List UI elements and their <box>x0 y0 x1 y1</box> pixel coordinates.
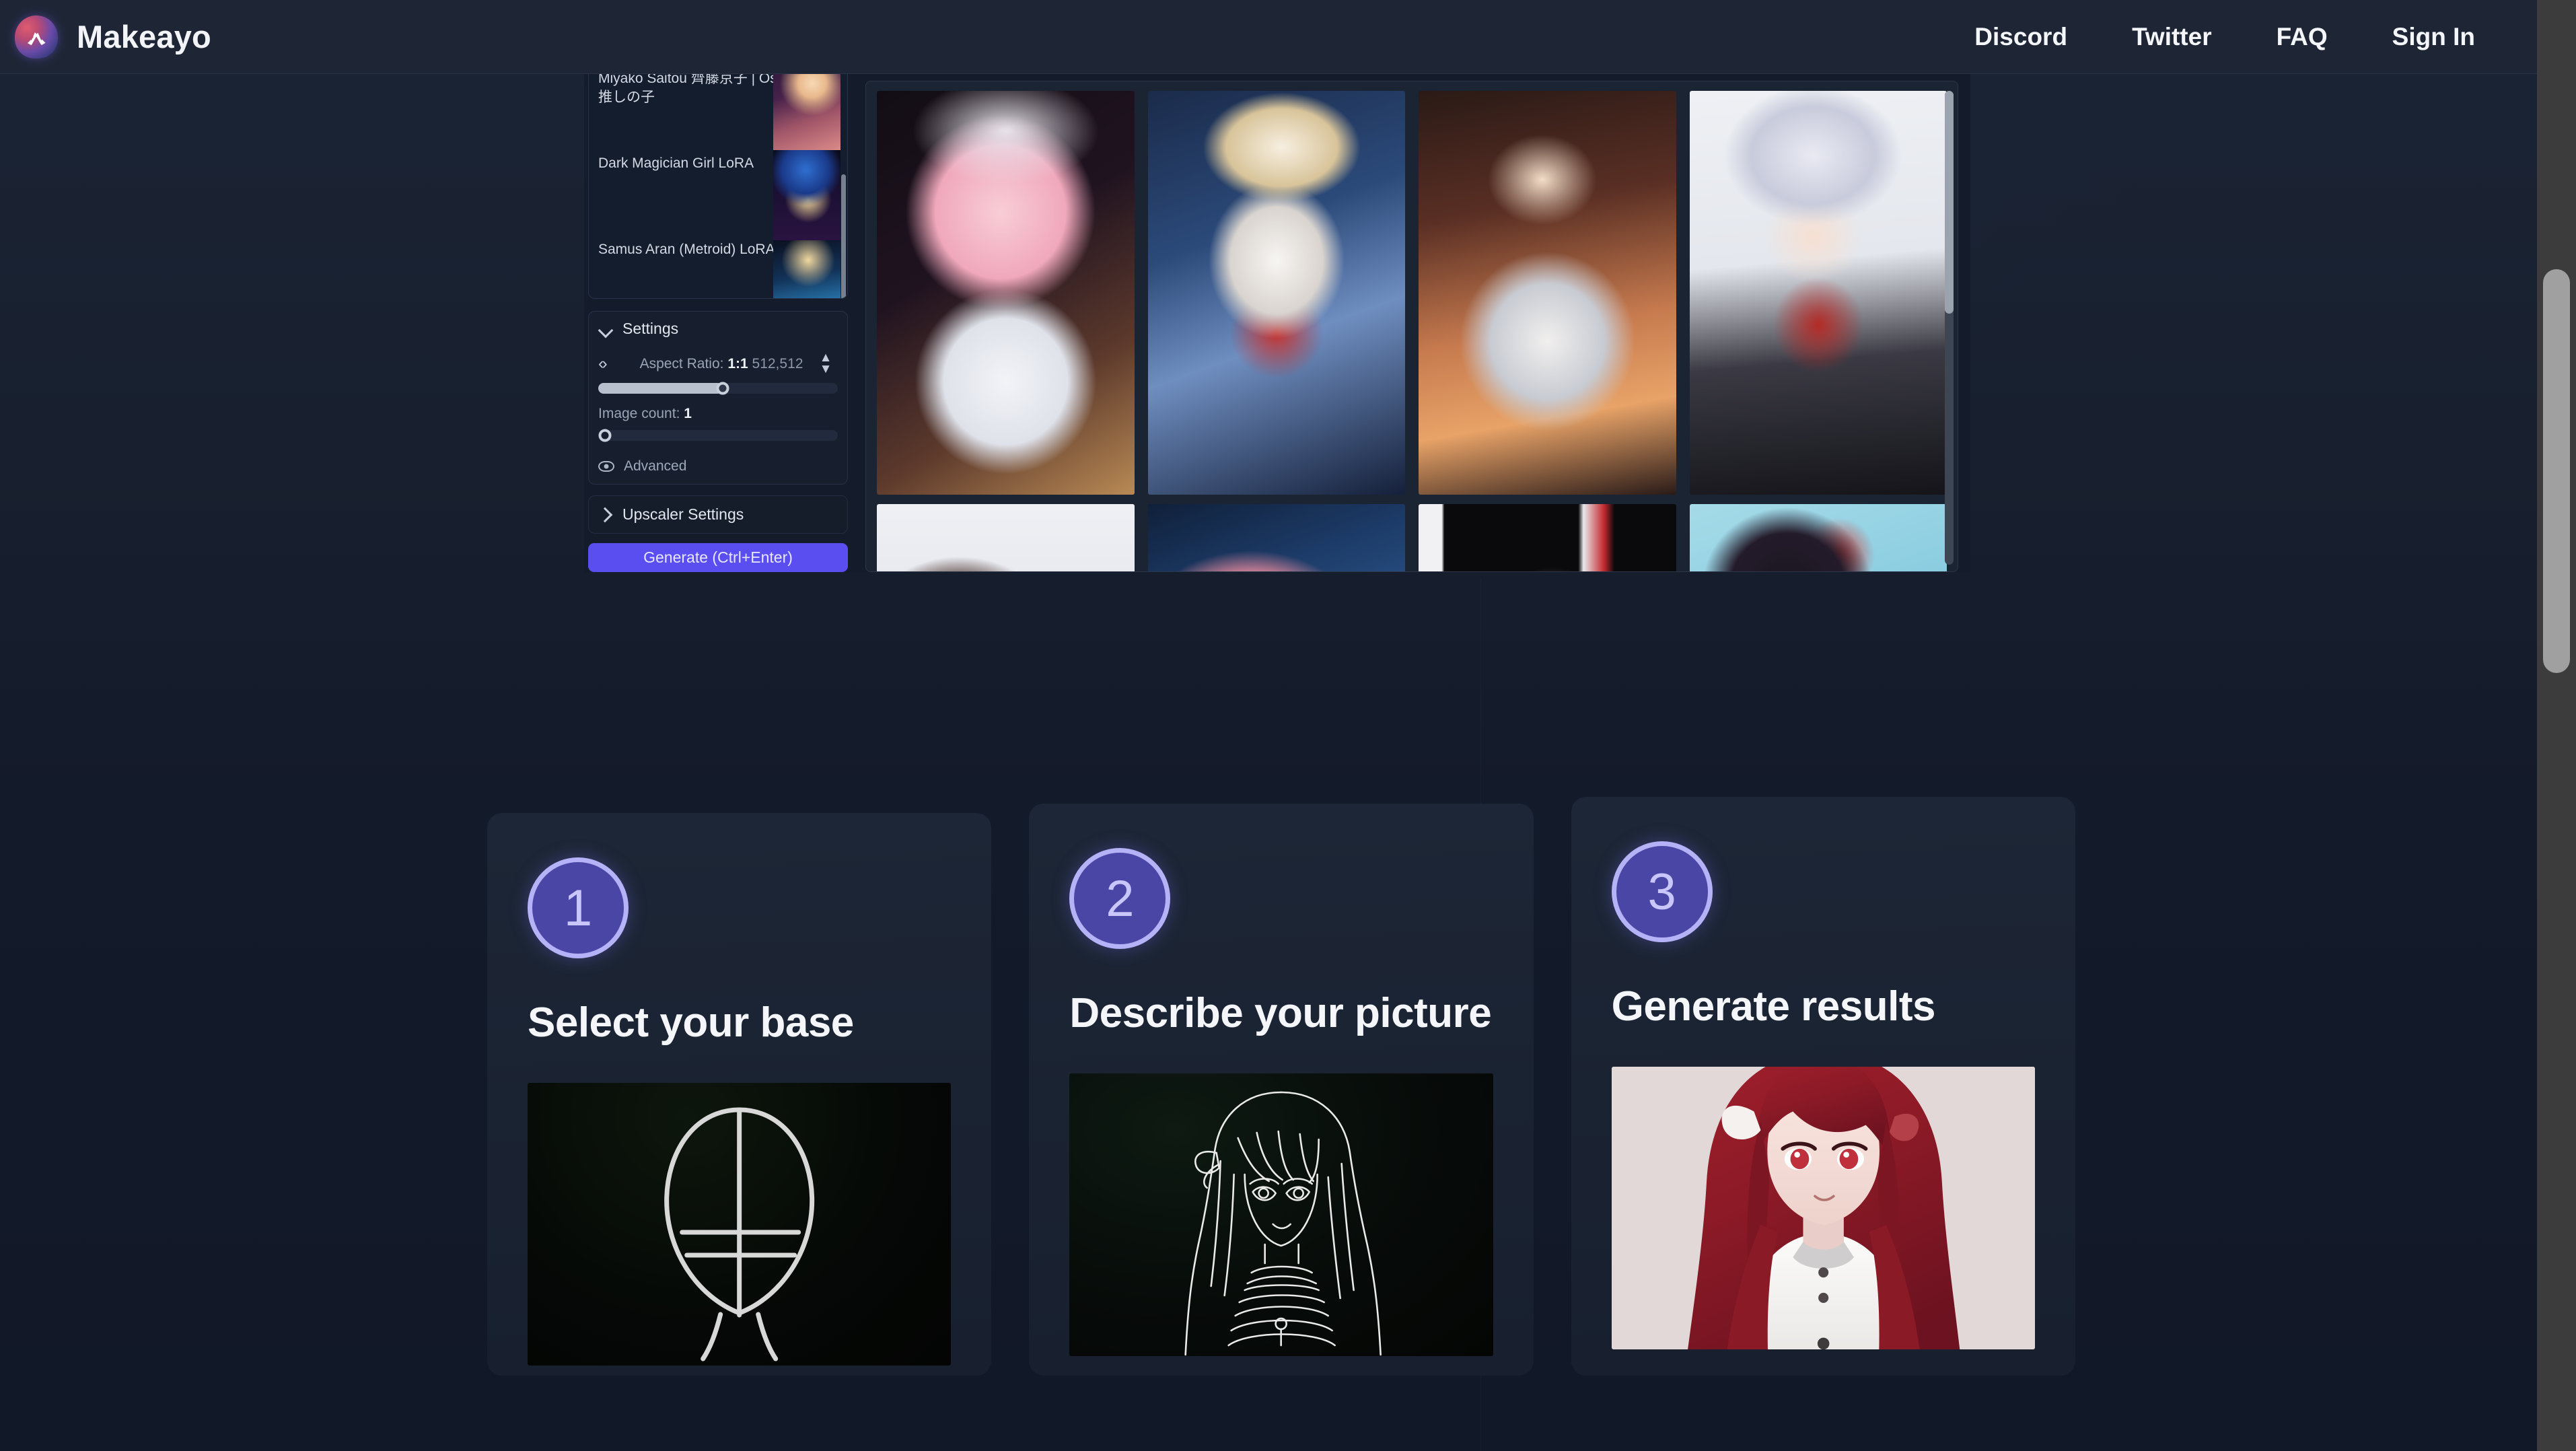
step-card-3: 3 Generate results <box>1571 797 2075 1376</box>
gallery-image[interactable] <box>1419 91 1676 495</box>
prev-next-arrows-icon[interactable]: ‹› <box>598 354 629 374</box>
image-count-value: 1 <box>684 405 692 421</box>
upscaler-header[interactable]: Upscaler Settings <box>598 505 838 524</box>
anime-girl-lineart <box>1069 1073 1493 1356</box>
gallery-image[interactable] <box>877 504 1135 571</box>
aspect-ratio-value: 1:1 <box>727 355 748 371</box>
nav-link-sign-in[interactable]: Sign In <box>2360 13 2507 61</box>
step-number-badge: 3 <box>1611 841 1713 942</box>
step-number-badge: 1 <box>528 857 629 958</box>
top-navigation-bar: Makeayo Discord Twitter FAQ Sign In <box>0 0 2537 74</box>
gallery-image[interactable] <box>1147 504 1405 571</box>
gallery-row-2 <box>877 504 1947 571</box>
aspect-ratio-dimensions: 512,512 <box>752 355 803 371</box>
image-count-slider[interactable] <box>598 429 838 442</box>
nav-link-twitter[interactable]: Twitter <box>2100 13 2244 61</box>
gallery-image[interactable] <box>1419 504 1676 571</box>
generate-button[interactable]: Generate (Ctrl+Enter) <box>588 542 848 572</box>
gallery-scrollbar[interactable] <box>1945 91 1954 565</box>
gallery-scrollbar-thumb[interactable] <box>1945 91 1954 314</box>
anime-lineart-svg <box>1184 1091 1382 1356</box>
step-title: Generate results <box>1611 983 1936 1030</box>
settings-panel: Settings ‹› Aspect Ratio: 1:1 512,512 ▲ ▼ <box>588 311 848 485</box>
how-it-works-steps: 1 Select your base 2 Describe your pictu… <box>487 797 2075 1376</box>
nav-link-discord[interactable]: Discord <box>1942 13 2100 61</box>
step-card-1: 1 Select your base <box>487 813 992 1376</box>
embedded-app-frame: Miyako Saitou 齊藤京子 | Oshi no Ko 推しの子 Dar… <box>584 74 1970 572</box>
slider-knob[interactable] <box>598 429 612 442</box>
makeayo-logo-icon <box>15 15 58 59</box>
nav-brand-group[interactable]: Makeayo <box>0 15 211 59</box>
eye-icon <box>598 460 614 472</box>
lora-thumbnail-image <box>773 240 840 299</box>
advanced-toggle[interactable]: Advanced <box>598 458 838 474</box>
step-card-2: 2 Describe your picture <box>1029 804 1534 1376</box>
step-title: Describe your picture <box>1069 990 1492 1036</box>
slider-fill <box>598 382 723 394</box>
image-count-label: Image count: 1 <box>598 406 838 422</box>
aspect-ratio-row: ‹› Aspect Ratio: 1:1 512,512 ▲ ▼ <box>598 351 838 375</box>
lora-thumbnail-image <box>773 150 840 240</box>
lora-list-scrollbar[interactable] <box>841 174 846 299</box>
lora-thumbnails <box>773 74 840 299</box>
step-number-badge: 2 <box>1069 848 1171 949</box>
nav-link-faq[interactable]: FAQ <box>2244 13 2360 61</box>
aspect-ratio-label: Aspect Ratio: 1:1 512,512 <box>629 356 814 372</box>
page-scrollbar[interactable] <box>2537 0 2576 1451</box>
upscaler-settings-panel[interactable]: Upscaler Settings <box>588 495 848 534</box>
settings-header[interactable]: Settings <box>598 320 838 338</box>
gallery-image[interactable] <box>877 91 1135 495</box>
gallery-row-divider <box>877 495 1947 504</box>
image-count-caption: Image count: <box>598 405 680 421</box>
face-guide-svg <box>664 1107 815 1361</box>
step-title: Select your base <box>528 999 854 1046</box>
lora-list-panel[interactable]: Miyako Saitou 齊藤京子 | Oshi no Ko 推しの子 Dar… <box>588 74 848 299</box>
advanced-label: Advanced <box>624 458 687 474</box>
image-gallery <box>865 81 1958 572</box>
aspect-ratio-caption: Aspect Ratio: <box>639 355 724 371</box>
upscaler-title: Upscaler Settings <box>622 505 744 523</box>
face-guide-sketch <box>528 1083 952 1366</box>
lora-thumbnail-image <box>773 74 840 150</box>
settings-title: Settings <box>622 320 679 338</box>
embed-right-column <box>853 74 1970 572</box>
gallery-image[interactable] <box>1147 91 1405 495</box>
embed-left-column: Miyako Saitou 齊藤京子 | Oshi no Ko 推しの子 Dar… <box>584 74 853 572</box>
stepper-up-down-icon[interactable]: ▲ ▼ <box>814 351 838 375</box>
chevron-down-icon <box>598 322 613 337</box>
slider-knob[interactable] <box>716 382 729 395</box>
chevron-right-icon <box>598 507 613 522</box>
result-render-svg <box>1611 1067 2035 1349</box>
nav-links-group: Discord Twitter FAQ Sign In <box>1942 13 2537 61</box>
brand-title: Makeayo <box>77 19 211 55</box>
red-haired-anime-girl-render <box>1611 1067 2035 1349</box>
gallery-image[interactable] <box>1689 91 1947 495</box>
page-scrollbar-thumb[interactable] <box>2543 269 2570 673</box>
aspect-ratio-slider[interactable] <box>598 382 838 395</box>
gallery-row-1 <box>877 91 1947 495</box>
gallery-image[interactable] <box>1689 504 1947 571</box>
